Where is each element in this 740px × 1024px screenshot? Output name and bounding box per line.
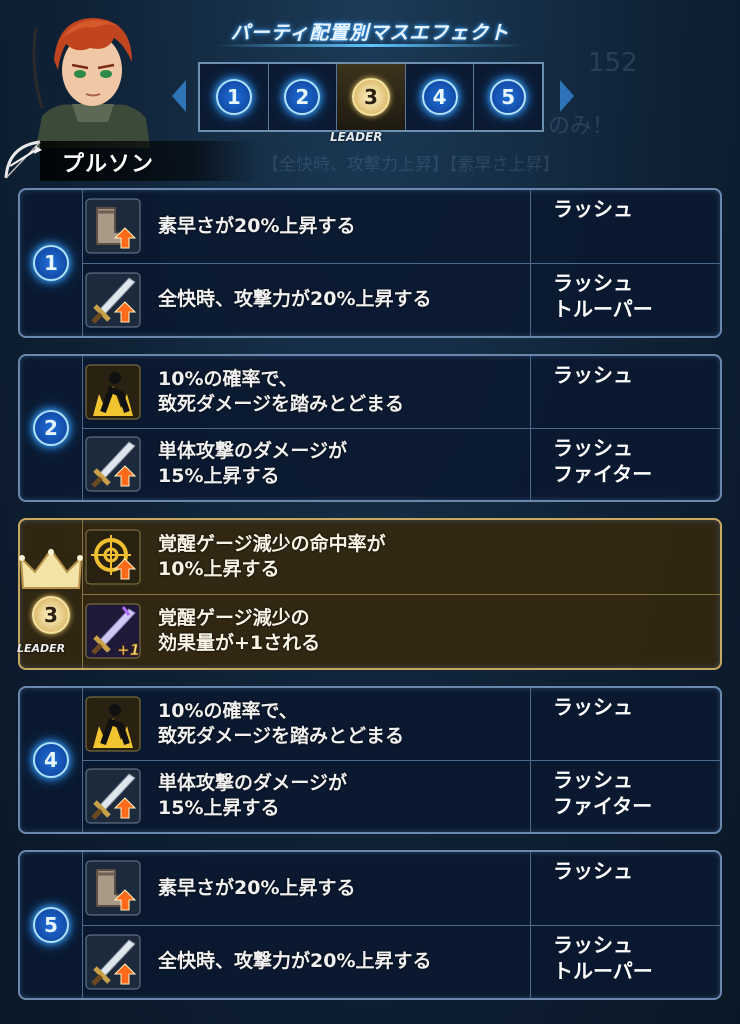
effect-row: 全快時、攻撃力が20%上昇する ラッシュ トルーパー [82,263,720,337]
leader-tag: LEADER [330,130,383,144]
sword-attack-up-icon [82,761,144,833]
leader-badge: 3 LEADER [17,520,83,668]
slot-5[interactable]: 5 [474,64,542,130]
slot-3[interactable]: 3 [337,64,406,130]
svg-text:+1: +1 [117,641,140,659]
effect-row: 覚醒ゲージ減少の命中率が 10%上昇する [82,520,720,595]
panel-badge: 4 [20,688,83,832]
effect-row: 10%の確率で、 致死ダメージを踏みとどまる ラッシュ [82,356,720,429]
character-name: プルソン [62,152,155,177]
effect-row: 10%の確率で、 致死ダメージを踏みとどまる ラッシュ [82,688,720,761]
slot-number: 3 [351,78,390,116]
leader-label: LEADER [17,642,66,655]
slot-1[interactable]: 1 [200,64,269,130]
slot-number: 5 [490,79,527,115]
effect-row: +1 覚醒ゲージ減少の 効果量が+1される [82,595,720,669]
position-number: 1 [33,245,69,281]
class-text: ラッシュ トルーパー [530,263,720,336]
effect-text: 10%の確率で、 致死ダメージを踏みとどまる [158,367,405,415]
boot-speed-up-icon [82,190,144,263]
position-number: 5 [33,907,69,943]
effect-text: 全快時、攻撃力が20%上昇する [158,950,432,973]
position-number: 2 [33,410,69,446]
class-text: ラッシュ トルーパー [530,925,720,998]
effect-row: 素早さが20%上昇する ラッシュ [82,190,720,264]
character-portrait [32,18,150,148]
party-slot-selector: 1 2 3 4 5 [198,62,544,132]
effect-panel-5: 5 素早さが20%上昇する ラッシュ 全快時、攻撃力が20%上昇する ラッシュ … [18,850,722,1000]
crosshair-up-icon [82,520,144,594]
class-text: ラッシュ [530,688,720,760]
position-number: 4 [33,742,69,778]
class-text: ラッシュ [530,852,720,925]
title-underline [215,44,525,47]
class-text: ラッシュ [530,356,720,428]
position-number: 3 [32,596,70,634]
sword-plus-one-icon: +1 [82,595,144,669]
effect-text: 単体攻撃のダメージが 15%上昇する [158,440,348,488]
page-title: パーティ配置別マスエフェクト [230,22,510,44]
effect-text: 全快時、攻撃力が20%上昇する [158,288,432,311]
slot-4[interactable]: 4 [406,64,475,130]
prev-arrow-icon[interactable] [172,80,186,112]
class-text: ラッシュ [530,190,720,263]
endure-icon [82,688,144,760]
class-text: ラッシュ ファイター [530,760,720,832]
effect-text: 素早さが20%上昇する [158,876,356,899]
effect-row: 単体攻撃のダメージが 15%上昇する ラッシュ ファイター [82,760,720,833]
effect-panel-3-leader: 3 LEADER 覚醒ゲージ減少の命中率が 10%上昇する +1 覚醒ゲージ減少… [17,518,722,670]
effect-text: 覚醒ゲージ減少の 効果量が+1される [158,607,321,655]
header: プルソン パーティ配置別マスエフェクト 1 2 3 4 5 LEADER [0,0,740,185]
slot-number: 1 [215,79,252,115]
effect-text: 単体攻撃のダメージが 15%上昇する [158,772,348,820]
slot-2[interactable]: 2 [269,64,338,130]
sword-attack-up-icon [82,926,144,999]
slot-number: 4 [421,79,458,115]
effect-row: 素早さが20%上昇する ラッシュ [82,852,720,926]
effect-text: 素早さが20%上昇する [158,214,356,237]
bow-class-icon [4,140,42,179]
crown-icon [19,548,83,589]
effect-text: 10%の確率で、 致死ダメージを踏みとどまる [158,699,405,747]
panel-badge: 2 [20,356,83,500]
effect-row: 全快時、攻撃力が20%上昇する ラッシュ トルーパー [82,925,720,999]
effect-row: 単体攻撃のダメージが 15%上昇する ラッシュ ファイター [82,428,720,501]
effect-panel-1: 1 素早さが20%上昇する ラッシュ 全快時、攻撃力が20%上昇する ラッシュ … [18,188,722,338]
effect-panel-2: 2 10%の確率で、 致死ダメージを踏みとどまる ラッシュ 単体攻撃のダメージが… [18,354,722,502]
boot-speed-up-icon [82,852,144,925]
endure-icon [82,356,144,428]
class-text: ラッシュ ファイター [530,428,720,500]
effect-text: 覚醒ゲージ減少の命中率が 10%上昇する [158,532,386,580]
panel-badge: 5 [20,852,83,998]
panel-badge: 1 [20,190,83,336]
effect-panel-4: 4 10%の確率で、 致死ダメージを踏みとどまる ラッシュ 単体攻撃のダメージが… [18,686,722,834]
sword-attack-up-icon [82,264,144,337]
sword-attack-up-icon [82,429,144,501]
slot-number: 2 [284,79,321,115]
next-arrow-icon[interactable] [560,80,574,112]
